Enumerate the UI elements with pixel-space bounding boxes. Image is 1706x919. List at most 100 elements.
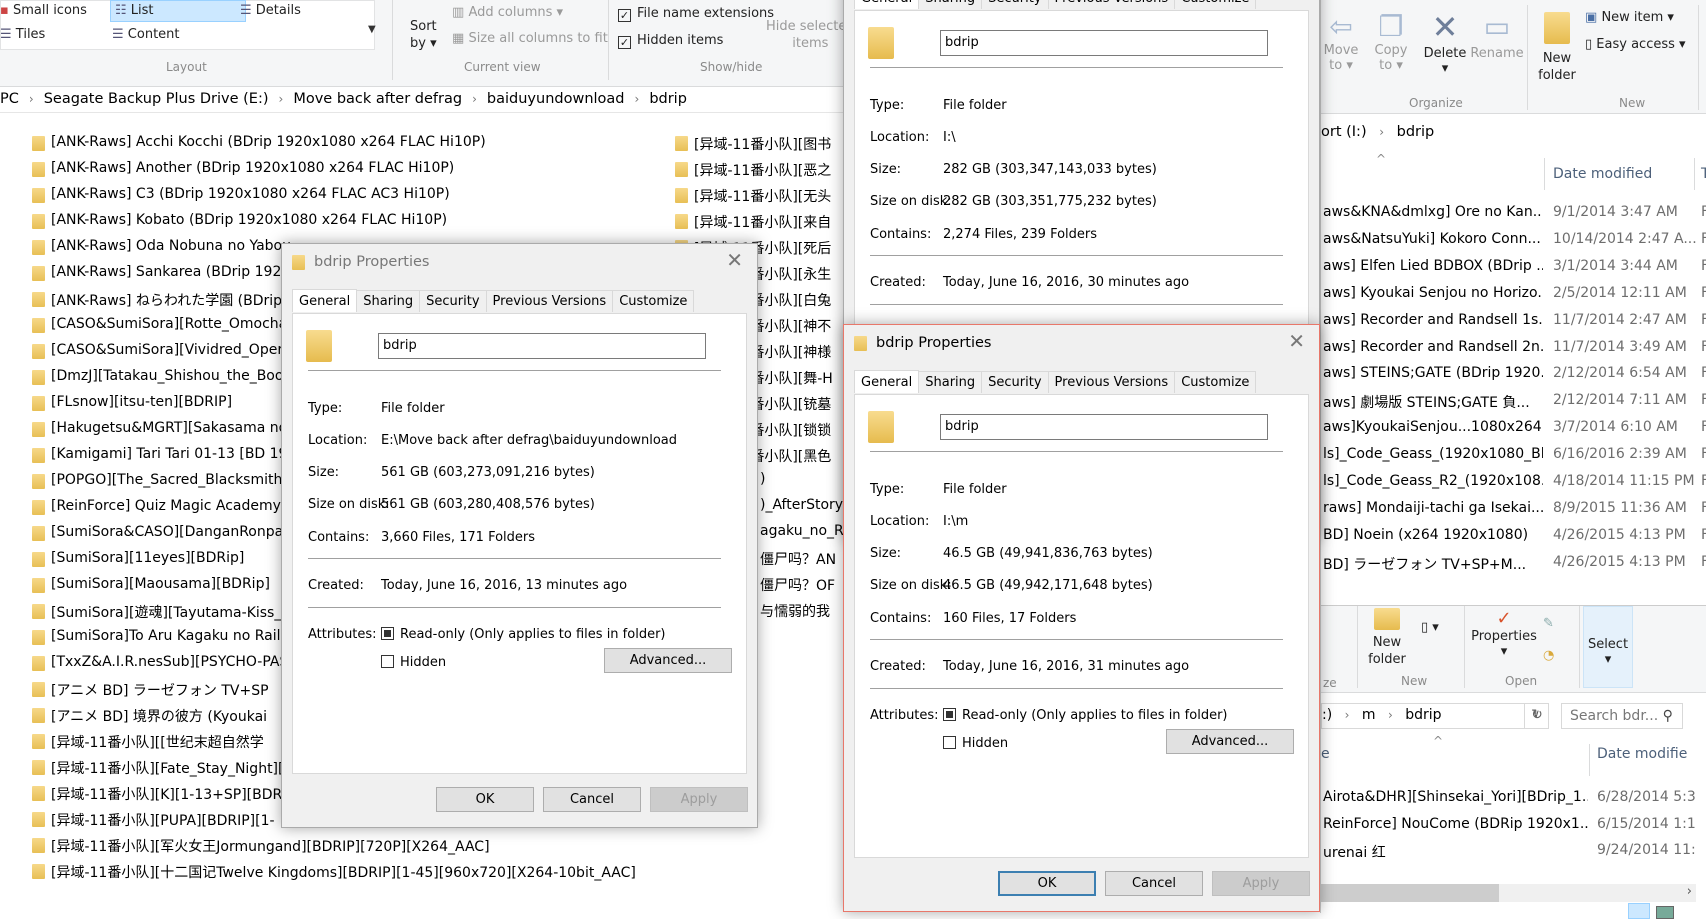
table-row[interactable]: aws] Recorder and Randsell 2n... 11/7/201…: [1321, 338, 1706, 360]
close-button[interactable]: ✕: [726, 248, 743, 272]
tab-previous-versions[interactable]: Previous Versions: [1047, 0, 1176, 9]
tab-customize[interactable]: Customize: [1174, 371, 1257, 393]
history-icon[interactable]: ◔: [1543, 648, 1554, 663]
ok-button[interactable]: OK: [436, 787, 534, 812]
breadcrumb-bdrip[interactable]: bdrip: [1397, 124, 1435, 140]
apply-button[interactable]: Apply: [1212, 871, 1310, 896]
folder-name-input[interactable]: bdrip: [378, 333, 706, 359]
new-item-button[interactable]: ▯ ▾: [1421, 620, 1439, 635]
column-header-name[interactable]: e: [1321, 746, 1330, 762]
list-item[interactable]: [异域-11番小队][军火女王Jormungand][BDRIP][720P][…: [32, 835, 672, 857]
add-columns-button[interactable]: ▥ Add columns ▾: [452, 5, 563, 20]
content-option[interactable]: ☰ Content: [112, 27, 180, 42]
breadcrumb-item[interactable]: PC: [0, 91, 19, 107]
refresh-icon[interactable]: ↻: [1524, 703, 1549, 729]
table-row[interactable]: aws&KNA&dmlxg] Ore no Kan... 9/1/2014 3:4…: [1321, 203, 1706, 225]
table-row[interactable]: Airota&DHR][Shinsekai_Yori][BDrip_1... 6/…: [1321, 788, 1706, 810]
ok-button[interactable]: OK: [998, 871, 1096, 896]
tab-security[interactable]: Security: [981, 0, 1049, 9]
scrollbar-thumb[interactable]: [1321, 884, 1499, 902]
list-option[interactable]: ☷ List: [110, 0, 246, 22]
tab-sharing[interactable]: Sharing: [918, 371, 983, 393]
address-drive[interactable]: :): [1322, 707, 1332, 723]
column-header-type[interactable]: T: [1701, 166, 1706, 182]
delete-button[interactable]: ✕ Delete ▾: [1421, 8, 1469, 76]
address-bdrip[interactable]: bdrip: [1405, 707, 1441, 723]
tab-general[interactable]: General: [854, 370, 920, 393]
gallery-more-icon[interactable]: ▼: [368, 24, 376, 35]
table-row[interactable]: raws] Mondaiji-tachi ga Isekai... 8/9/201…: [1321, 499, 1706, 521]
readonly-checkbox[interactable]: Read-only (Only applies to files in fold…: [381, 627, 665, 642]
hidden-items-checkbox[interactable]: ✓ Hidden items: [618, 33, 723, 49]
table-row[interactable]: BD] Noein (x264 1920x1080) 4/26/2015 4:13…: [1321, 526, 1706, 548]
hidden-checkbox[interactable]: Hidden: [381, 655, 446, 670]
move-to-button[interactable]: ⇦ Move to ▾: [1321, 10, 1361, 73]
table-row[interactable]: urenai 红 9/24/2014 11:: [1321, 841, 1706, 863]
list-item[interactable]: [ANK-Raws] Kobato (BDrip 1920x1080 x264 …: [32, 211, 672, 233]
list-item-fragment[interactable]: 僵尸吗？AN: [760, 549, 843, 571]
advanced-button[interactable]: Advanced...: [604, 648, 732, 673]
list-item[interactable]: [ANK-Raws] Acchi Kocchi (BDrip 1920x1080…: [32, 133, 672, 155]
breadcrumb-item[interactable]: baiduyundownload: [487, 91, 625, 107]
table-row[interactable]: aws]KyoukaiSenjou...1080x264... 3/7/2014 …: [1321, 418, 1706, 440]
hidden-checkbox[interactable]: Hidden: [943, 736, 1008, 751]
table-row[interactable]: aws] Kyoukai Senjou no Horizo... 2/5/2014…: [1321, 284, 1706, 306]
address-bar[interactable]: :) › m › bdrip ∨: [1321, 703, 1549, 729]
table-row[interactable]: aws] Recorder and Randsell 1s... 11/7/201…: [1321, 311, 1706, 333]
new-item-button[interactable]: ▣ New item ▾: [1585, 10, 1674, 25]
list-item[interactable]: [异域-11番小队][十二国记Twelve Kingdoms][BDRIP][1…: [32, 861, 672, 883]
list-item-fragment[interactable]: 与懦弱的我: [760, 601, 843, 623]
tiles-option[interactable]: ☰ Tiles: [0, 27, 45, 42]
hide-selected-items-button[interactable]: Hide selected items: [766, 18, 855, 52]
list-item[interactable]: [异域-11番小队][无头: [675, 185, 843, 207]
cancel-button[interactable]: Cancel: [543, 787, 641, 812]
rename-button[interactable]: ▭ Rename: [1469, 8, 1525, 61]
address-m[interactable]: m: [1362, 707, 1376, 723]
tab-previous-versions[interactable]: Previous Versions: [1047, 371, 1176, 393]
list-item[interactable]: [异域-11番小队][图书: [675, 133, 843, 155]
list-item-fragment[interactable]: )_AfterStory: [760, 497, 843, 519]
copy-to-button[interactable]: ❐ Copy to ▾: [1369, 10, 1413, 73]
close-button[interactable]: ✕: [1288, 329, 1305, 353]
list-item[interactable]: [异域-11番小队][来自: [675, 211, 843, 233]
folder-name-input[interactable]: bdrip: [940, 30, 1268, 56]
breadcrumb-drive[interactable]: ort (I:): [1321, 124, 1367, 140]
table-row[interactable]: aws&NatsuYuki] Kokoro Conn... 10/14/2014 …: [1321, 230, 1706, 252]
file-name-extensions-checkbox[interactable]: ✓ File name extensions: [618, 6, 774, 22]
easy-access-button[interactable]: ▯ Easy access ▾: [1585, 37, 1686, 52]
readonly-checkbox[interactable]: Read-only (Only applies to files in fold…: [943, 708, 1227, 723]
list-item[interactable]: [异域-11番小队][恶之: [675, 159, 843, 181]
cancel-button[interactable]: Cancel: [1105, 871, 1203, 896]
tab-customize[interactable]: Customize: [612, 290, 695, 312]
table-row[interactable]: aws] 劇場版 STEINS;GATE 負... 2/12/2014 7:11 …: [1321, 391, 1706, 413]
tab-sharing[interactable]: Sharing: [918, 0, 983, 9]
list-item-fragment[interactable]: ): [760, 471, 843, 493]
table-row[interactable]: BD] ラーゼフォン TV+SP+M... 4/26/2015 4:13 PM F: [1321, 553, 1706, 575]
scroll-right-icon[interactable]: ›: [1687, 884, 1692, 899]
apply-button[interactable]: Apply: [650, 787, 748, 812]
list-item[interactable]: [ANK-Raws] Another (BDrip 1920x1080 x264…: [32, 159, 672, 181]
small-icons-option[interactable]: ▪ Small icons: [0, 3, 87, 18]
details-option[interactable]: ☰ Details: [240, 3, 301, 18]
edit-icon[interactable]: ✎: [1543, 616, 1554, 631]
details-view-icon[interactable]: [1628, 903, 1650, 919]
list-item[interactable]: [ANK-Raws] C3 (BDrip 1920x1080 x264 FLAC…: [32, 185, 672, 207]
folder-name-input[interactable]: bdrip: [940, 414, 1268, 440]
horizontal-scrollbar[interactable]: ›: [1321, 884, 1696, 902]
tab-general[interactable]: General: [292, 289, 358, 312]
breadcrumb-item[interactable]: Move back after defrag: [293, 91, 462, 107]
tab-sharing[interactable]: Sharing: [356, 290, 421, 312]
table-row[interactable]: ls]_Code_Geass_(1920x1080_Bl... 6/16/2016…: [1321, 445, 1706, 467]
table-row[interactable]: aws] STEINS;GATE (BDrip 1920... 2/12/2014…: [1321, 364, 1706, 386]
size-all-columns-button[interactable]: ▦ Size all columns to fit: [452, 31, 608, 46]
tab-security[interactable]: Security: [419, 290, 487, 312]
new-folder-button[interactable]: New folder: [1535, 12, 1579, 84]
list-item-fragment[interactable]: agaku_no_Rai: [760, 523, 843, 545]
table-row[interactable]: ls]_Code_Geass_R2_(1920x108... 4/18/2014 …: [1321, 472, 1706, 494]
advanced-button[interactable]: Advanced...: [1166, 729, 1294, 754]
breadcrumb-item[interactable]: bdrip: [649, 91, 687, 107]
search-input[interactable]: Search bdr... ⚲: [1561, 703, 1683, 729]
select-button[interactable]: Select ▾: [1583, 606, 1633, 688]
column-header-date[interactable]: Date modifie: [1597, 746, 1687, 762]
breadcrumb-item[interactable]: Seagate Backup Plus Drive (E:): [44, 91, 269, 107]
